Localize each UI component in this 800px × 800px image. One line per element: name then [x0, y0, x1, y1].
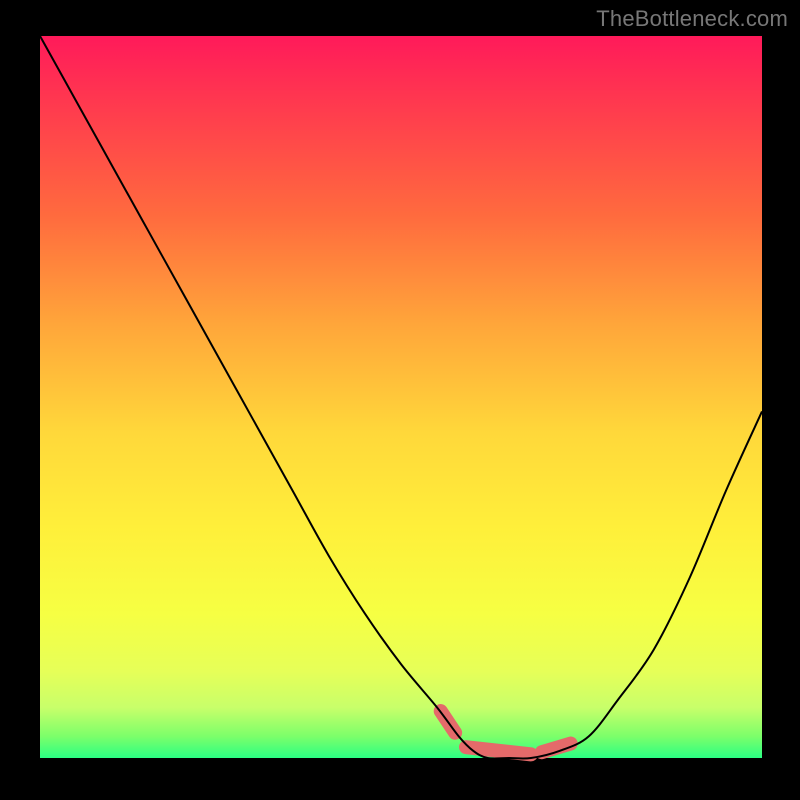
curve-svg: [40, 36, 762, 758]
bottleneck-curve: [40, 36, 762, 759]
watermark-text: TheBottleneck.com: [596, 6, 788, 32]
marker-group: [441, 711, 571, 754]
plot-area: [40, 36, 762, 758]
chart-frame: TheBottleneck.com: [0, 0, 800, 800]
